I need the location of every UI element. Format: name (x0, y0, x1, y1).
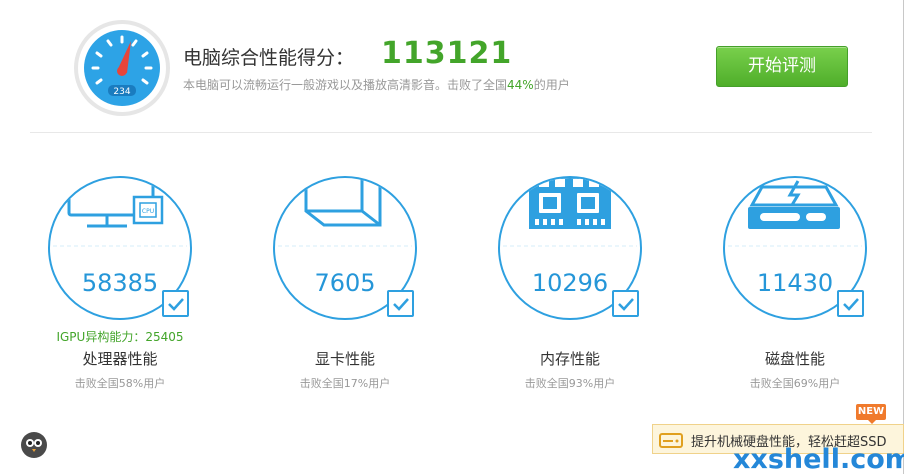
gauge-display: 234 (113, 87, 130, 97)
memory-score-circle: 10296 (497, 175, 643, 321)
gpu-beat-text: 击败全国17%用户 (299, 377, 391, 390)
check-icon (393, 298, 409, 311)
check-icon (843, 298, 859, 311)
gpu-label: 显卡性能 (314, 350, 375, 368)
cpu-score-circle: CPU 58385 (47, 175, 193, 321)
watermark: xxshell.com (733, 444, 904, 474)
cpu-performance-card: CPU 58385 IGPU异构能力：25405 处理器性能 击败全国58%用户 (27, 170, 207, 395)
gpu-checkbox[interactable] (387, 290, 414, 317)
header-divider (30, 132, 872, 133)
disk-label: 磁盘性能 (764, 350, 825, 368)
page-title: 电脑综合性能得分： (183, 47, 355, 69)
start-benchmark-button[interactable]: 开始评测 (716, 46, 848, 87)
check-icon (168, 298, 184, 311)
gpu-score-circle: 7605 (272, 175, 418, 321)
score-description: 本电脑可以流畅运行一般游戏以及播放高清影音。击败了全国44%的用户 (183, 76, 570, 93)
total-score: 113121 (381, 36, 513, 71)
cpu-label: 处理器性能 (82, 350, 158, 368)
gpu-performance-card: 7605 显卡性能 击败全国17%用户 (252, 170, 432, 395)
hdd-upgrade-icon (659, 433, 683, 448)
igpu-score: IGPU异构能力：25405 (56, 330, 184, 344)
check-icon (618, 298, 634, 311)
disk-beat-text: 击败全国69%用户 (749, 377, 841, 390)
owl-logo-icon[interactable] (20, 431, 48, 459)
svg-text:CPU: CPU (142, 208, 154, 215)
cpu-beat-text: 击败全国58%用户 (74, 377, 166, 390)
disk-checkbox[interactable] (837, 290, 864, 317)
memory-label: 内存性能 (539, 350, 600, 368)
new-badge: NEW (856, 404, 886, 424)
memory-performance-card: 10296 内存性能 击败全国93%用户 (477, 170, 657, 395)
speedometer-icon: 234 (73, 19, 171, 117)
memory-beat-text: 击败全国93%用户 (524, 377, 616, 390)
disk-score-circle: 11430 (722, 175, 868, 321)
description-text: 本电脑可以流畅运行一般游戏以及播放高清影音。击败了全国 (183, 78, 508, 92)
disk-performance-card: 11430 磁盘性能 击败全国69%用户 (702, 170, 882, 395)
cpu-checkbox[interactable] (162, 290, 189, 317)
memory-checkbox[interactable] (612, 290, 639, 317)
beat-percent: 44% (507, 78, 534, 92)
description-suffix: 的用户 (533, 78, 570, 92)
